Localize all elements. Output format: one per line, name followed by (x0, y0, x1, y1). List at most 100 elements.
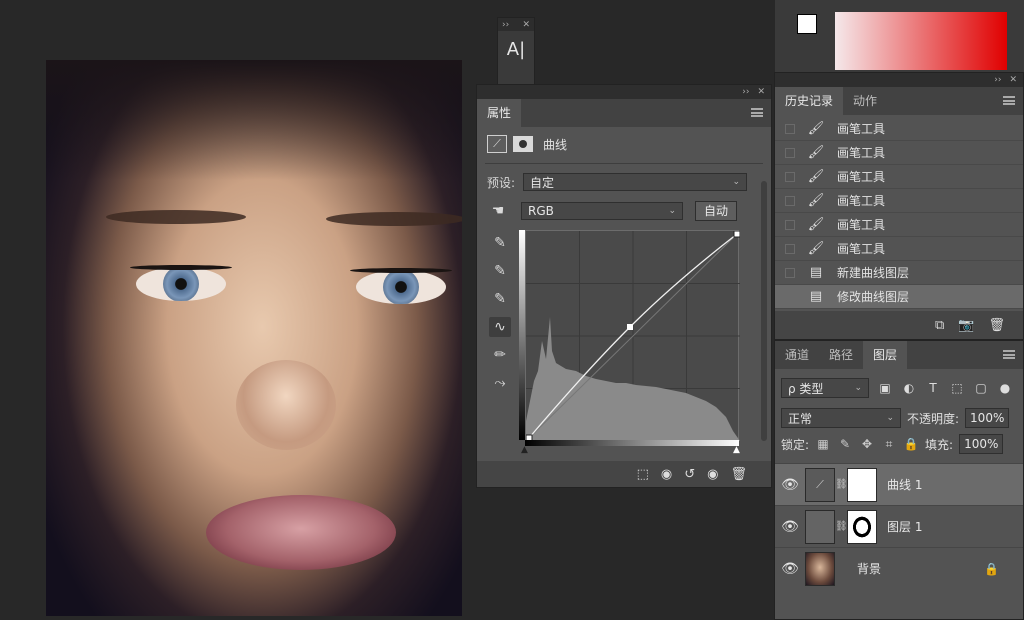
history-item-label: 画笔工具 (837, 242, 886, 256)
lips (206, 495, 396, 570)
character-mini-panel[interactable]: ›› ✕ A| (497, 17, 535, 87)
mask-icon[interactable] (513, 136, 533, 152)
foreground-swatch[interactable] (797, 14, 817, 34)
auto-button[interactable]: 自动 (695, 201, 738, 221)
history-item-label: 新建曲线图层 (837, 266, 910, 280)
white-point-slider-icon[interactable]: ▲ (733, 445, 740, 455)
type-tool-icon[interactable]: A| (498, 39, 534, 60)
black-point-slider-icon[interactable]: ▲ (521, 445, 528, 455)
canvas-image[interactable] (46, 60, 462, 616)
history-checkbox[interactable] (785, 243, 795, 254)
history-item[interactable]: 🖌 画笔工具 (775, 117, 1023, 141)
clip-to-layer-icon[interactable]: ⬚ (637, 467, 649, 482)
filter-toggle-icon[interactable]: ● (997, 381, 1013, 395)
color-spectrum[interactable] (835, 12, 1007, 70)
trash-icon[interactable]: 🗑 (988, 318, 1005, 333)
opacity-label: 不透明度: (907, 411, 960, 426)
layer-mask-thumb[interactable] (847, 509, 877, 544)
filter-pixel-icon[interactable]: ▣ (877, 381, 893, 395)
history-panel: ›› ✕ 历史记录 动作 🖌 画笔工具 🖌 画笔工具 🖌 画笔工具 🖌 画笔工具 (774, 72, 1024, 340)
scrollbar[interactable] (761, 181, 767, 441)
blend-mode-select[interactable]: 正常 ⌄ (781, 408, 901, 428)
history-checkbox[interactable] (785, 195, 795, 206)
lock-transparent-icon[interactable]: ▦ (815, 437, 831, 451)
eye-icon[interactable]: 👁 (775, 561, 805, 577)
tab-layers[interactable]: 图层 (863, 341, 908, 369)
history-item[interactable]: 🖌 画笔工具 (775, 189, 1023, 213)
adjustment-title: 曲线 (543, 137, 568, 152)
black-eyedropper-icon[interactable]: ✎ (489, 233, 511, 253)
history-checkbox[interactable] (785, 123, 795, 134)
panel-menu-icon[interactable] (751, 108, 763, 117)
history-item[interactable]: ▤ 新建曲线图层 (775, 261, 1023, 285)
history-checkbox[interactable] (785, 147, 795, 158)
input-gradient-horizontal (525, 440, 739, 446)
history-item[interactable]: 🖌 画笔工具 (775, 141, 1023, 165)
opacity-input[interactable]: 100% (965, 408, 1010, 428)
eye-icon[interactable]: 👁 (775, 519, 805, 535)
lock-all-icon[interactable]: 🔒 (903, 437, 919, 451)
layer-filter-select[interactable]: ρ 类型 ⌄ (781, 378, 869, 398)
history-item[interactable]: 🖌 画笔工具 (775, 213, 1023, 237)
filter-smartobject-icon[interactable]: ▢ (973, 381, 989, 395)
link-icon[interactable]: ⛓ (835, 521, 848, 532)
color-swatches[interactable] (797, 14, 827, 44)
link-icon[interactable]: ⛓ (835, 479, 848, 490)
collapse-icon[interactable]: ›› (742, 87, 749, 97)
pencil-icon[interactable]: ✏ (489, 345, 511, 365)
layer-name[interactable]: 曲线 1 (887, 476, 922, 493)
history-item[interactable]: 🖌 画笔工具 (775, 165, 1023, 189)
panel-menu-icon[interactable] (1003, 350, 1015, 359)
layer-mask-thumb[interactable] (847, 467, 877, 502)
white-eyedropper-icon[interactable]: ✎ (489, 289, 511, 309)
curve-point-white[interactable] (733, 230, 741, 238)
preset-select[interactable]: 自定 ⌄ (523, 173, 748, 191)
layer-name[interactable]: 图层 1 (887, 518, 922, 535)
close-icon[interactable]: ✕ (1009, 75, 1017, 85)
lock-pixels-icon[interactable]: ✎ (837, 437, 853, 451)
smooth-icon[interactable]: ⤳ (489, 373, 511, 393)
expand-icon[interactable]: ›› (502, 20, 509, 30)
history-checkbox[interactable] (785, 219, 795, 230)
snapshot-camera-icon[interactable]: 📷 (958, 318, 974, 333)
view-previous-icon[interactable]: ◉ (661, 467, 672, 482)
reset-icon[interactable]: ↺ (684, 467, 695, 482)
visibility-icon[interactable]: ◉ (707, 467, 718, 482)
history-item-selected[interactable]: ▤ 修改曲线图层 (775, 285, 1023, 309)
filter-shape-icon[interactable]: ⬚ (949, 381, 965, 395)
tab-properties[interactable]: 属性 (477, 99, 522, 127)
lock-position-icon[interactable]: ✥ (859, 437, 875, 451)
curve-point-mid[interactable] (627, 324, 633, 330)
collapse-icon[interactable]: ›› (994, 75, 1001, 85)
new-document-from-state-icon[interactable]: ⧉ (935, 318, 944, 333)
panel-menu-icon[interactable] (1003, 96, 1015, 105)
tab-actions[interactable]: 动作 (843, 87, 887, 115)
curve-point-icon[interactable]: ∿ (489, 317, 511, 337)
history-checkbox[interactable] (785, 291, 795, 302)
fill-input[interactable]: 100% (959, 434, 1004, 454)
lock-artboard-icon[interactable]: ⌗ (881, 437, 897, 452)
channel-select[interactable]: RGB ⌄ (521, 202, 683, 220)
layer-name[interactable]: 背景 (857, 560, 881, 577)
filter-adjustment-icon[interactable]: ◐ (901, 381, 917, 395)
history-item[interactable]: 🖌 画笔工具 (775, 237, 1023, 261)
brush-icon: 🖌 (807, 217, 825, 232)
layer-row-background[interactable]: 👁 背景 🔒 (775, 547, 1023, 589)
history-checkbox[interactable] (785, 171, 795, 182)
close-icon[interactable]: ✕ (522, 20, 530, 30)
layer-row-curves[interactable]: 👁 ⟋ ⛓ 曲线 1 (775, 463, 1023, 505)
close-icon[interactable]: ✕ (757, 87, 765, 97)
filter-type-icon[interactable]: T (925, 381, 941, 395)
gray-eyedropper-icon[interactable]: ✎ (489, 261, 511, 281)
trash-icon[interactable]: 🗑 (730, 467, 747, 482)
target-adjust-icon[interactable]: ☚ (487, 201, 509, 221)
brush-icon: 🖌 (807, 121, 825, 136)
history-checkbox[interactable] (785, 267, 795, 278)
tab-history[interactable]: 历史记录 (775, 87, 844, 115)
eye-icon[interactable]: 👁 (775, 477, 805, 493)
tab-channels[interactable]: 通道 (775, 341, 819, 369)
curve-graph[interactable] (525, 230, 741, 442)
layer-row-layer1[interactable]: 👁 ⛓ 图层 1 (775, 505, 1023, 547)
tab-paths[interactable]: 路径 (819, 341, 863, 369)
curves-adjustment-icon[interactable]: ⟋ (487, 135, 507, 153)
